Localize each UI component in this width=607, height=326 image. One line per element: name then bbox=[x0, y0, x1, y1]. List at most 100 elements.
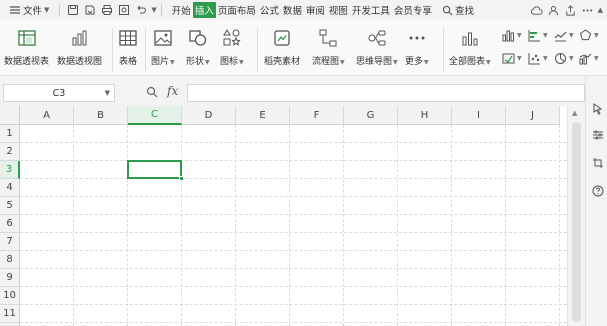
search-label: 查找 bbox=[454, 6, 474, 17]
chevron-down-icon[interactable]: ▼ bbox=[105, 89, 110, 97]
row-header-11[interactable]: 11 bbox=[0, 305, 20, 323]
row-header-8[interactable]: 8 bbox=[0, 251, 20, 269]
cloud-sync-icon[interactable] bbox=[529, 3, 544, 18]
properties-icon[interactable] bbox=[591, 128, 604, 141]
export-pdf-icon[interactable] bbox=[82, 3, 97, 18]
pivot-chart-button[interactable]: 数据透视图 bbox=[57, 26, 102, 67]
divider bbox=[145, 28, 146, 72]
pivot-table-icon bbox=[17, 30, 36, 46]
scroll-up-icon[interactable]: ▲ bbox=[572, 109, 577, 117]
column-header-g[interactable]: G bbox=[344, 106, 398, 125]
undo-icon[interactable] bbox=[133, 3, 148, 18]
mindmap-button[interactable]: 思维导图▼ bbox=[356, 26, 398, 67]
column-header-e[interactable]: E bbox=[236, 106, 290, 125]
docer-material-button[interactable]: 稻壳素材 bbox=[264, 26, 300, 67]
column-header-c[interactable]: C bbox=[128, 106, 182, 125]
chevron-up-icon[interactable]: ▲ bbox=[598, 6, 603, 14]
grid-line bbox=[20, 304, 567, 305]
pivot-table-button[interactable]: 数据透视表 bbox=[4, 26, 49, 67]
icon-label: 图标▼ bbox=[220, 57, 244, 67]
material-icon bbox=[274, 30, 290, 46]
chevron-down-icon: ▼ bbox=[44, 6, 50, 14]
shape-button[interactable]: 形状▼ bbox=[186, 26, 210, 67]
row-header-7[interactable]: 7 bbox=[0, 233, 20, 251]
pie-chart-button[interactable]: ▼ bbox=[553, 51, 574, 66]
fill-handle[interactable] bbox=[179, 176, 184, 181]
zoom-icon[interactable] bbox=[146, 86, 158, 101]
flowchart-button[interactable]: 流程图▼ bbox=[312, 26, 345, 67]
share-icon[interactable] bbox=[563, 3, 578, 18]
column-header-f[interactable]: F bbox=[290, 106, 344, 125]
collaborate-icon[interactable] bbox=[546, 3, 561, 18]
tab-data[interactable]: 数据 bbox=[281, 2, 304, 18]
tab-formulas[interactable]: 公式 bbox=[258, 2, 281, 18]
tab-page-layout[interactable]: 页面布局 bbox=[216, 2, 258, 18]
bar-chart-button[interactable]: ▼ bbox=[527, 28, 548, 43]
line-chart-button[interactable]: ▼ bbox=[553, 28, 574, 43]
help-icon[interactable] bbox=[591, 184, 604, 197]
row-header-10[interactable]: 10 bbox=[0, 287, 20, 305]
grid-line bbox=[20, 286, 567, 287]
more-button[interactable]: 更多▼ bbox=[405, 26, 429, 67]
tab-home[interactable]: 开始 bbox=[170, 2, 193, 18]
icon-button[interactable]: 图标▼ bbox=[220, 26, 244, 67]
row-header-3[interactable]: 3 bbox=[0, 161, 20, 179]
tab-insert[interactable]: 插入 bbox=[192, 2, 216, 18]
combo-chart-icon bbox=[579, 53, 592, 65]
divider bbox=[59, 4, 61, 16]
grid-line bbox=[559, 125, 560, 326]
cursor-select-icon[interactable] bbox=[591, 102, 604, 115]
grid-line bbox=[505, 125, 506, 326]
table-button[interactable]: 表格 bbox=[118, 26, 138, 67]
table-icon bbox=[119, 30, 137, 46]
pivot-chart-icon bbox=[72, 30, 86, 46]
row-header-5[interactable]: 5 bbox=[0, 197, 20, 215]
row-header-9[interactable]: 9 bbox=[0, 269, 20, 287]
combo-chart-button[interactable]: ▼ bbox=[578, 51, 599, 66]
tab-member[interactable]: 会员专享 bbox=[392, 2, 434, 18]
column-header-i[interactable]: I bbox=[452, 106, 506, 125]
formula-input[interactable] bbox=[187, 84, 585, 102]
all-charts-button[interactable]: 全部图表▼ bbox=[449, 26, 491, 67]
mindmap-icon bbox=[368, 30, 386, 46]
file-menu[interactable]: 文件 ▼ bbox=[0, 0, 55, 20]
column-header-a[interactable]: A bbox=[20, 106, 74, 125]
row-header-2[interactable]: 2 bbox=[0, 143, 20, 161]
more-menu-icon[interactable] bbox=[580, 3, 595, 18]
selected-cell[interactable] bbox=[127, 160, 184, 181]
vertical-scrollbar[interactable]: ▲ bbox=[567, 106, 585, 326]
search-button[interactable]: 查找 bbox=[442, 3, 474, 17]
ribbon-tabs: 开始 插入 页面布局 公式 数据 审阅 视图 开发工具 会员专享 bbox=[170, 2, 434, 18]
hamburger-icon bbox=[7, 3, 22, 18]
column-chart-button[interactable]: ▼ bbox=[501, 28, 522, 43]
row-header-4[interactable]: 4 bbox=[0, 179, 20, 197]
grid-line bbox=[397, 125, 398, 326]
scrollbar-thumb[interactable] bbox=[572, 122, 581, 322]
tab-review[interactable]: 审阅 bbox=[304, 2, 327, 18]
print-icon[interactable] bbox=[99, 3, 114, 18]
grid-line bbox=[20, 250, 567, 251]
radar-chart-button[interactable]: ▼ bbox=[578, 28, 599, 43]
area-chart-button[interactable]: ▼ bbox=[501, 51, 522, 66]
print-preview-icon[interactable] bbox=[116, 3, 131, 18]
tab-view[interactable]: 视图 bbox=[327, 2, 350, 18]
save-icon[interactable] bbox=[65, 3, 80, 18]
name-box[interactable]: C3 ▼ bbox=[3, 84, 115, 102]
chevron-down-icon[interactable]: ▼ bbox=[151, 6, 156, 14]
spreadsheet-grid[interactable]: ABCDEFGHIJ 123456789101112 bbox=[0, 106, 567, 326]
grid-line bbox=[20, 214, 567, 215]
picture-button[interactable]: 图片▼ bbox=[151, 26, 175, 67]
grid-line bbox=[20, 268, 567, 269]
column-header-h[interactable]: H bbox=[398, 106, 452, 125]
scatter-chart-button[interactable]: ▼ bbox=[527, 51, 548, 66]
tab-developer[interactable]: 开发工具 bbox=[350, 2, 392, 18]
column-header-b[interactable]: B bbox=[74, 106, 128, 125]
column-header-j[interactable]: J bbox=[506, 106, 560, 125]
select-all-corner[interactable] bbox=[0, 106, 20, 125]
crop-icon[interactable] bbox=[591, 156, 604, 169]
row-header-6[interactable]: 6 bbox=[0, 215, 20, 233]
column-header-d[interactable]: D bbox=[182, 106, 236, 125]
insert-function-button[interactable]: fx bbox=[167, 84, 178, 98]
menu-bar: 文件 ▼ ▼ 开始 插入 页面布局 公式 数据 审阅 视图 开发工具 会员专享 … bbox=[0, 0, 607, 20]
row-header-1[interactable]: 1 bbox=[0, 125, 20, 143]
